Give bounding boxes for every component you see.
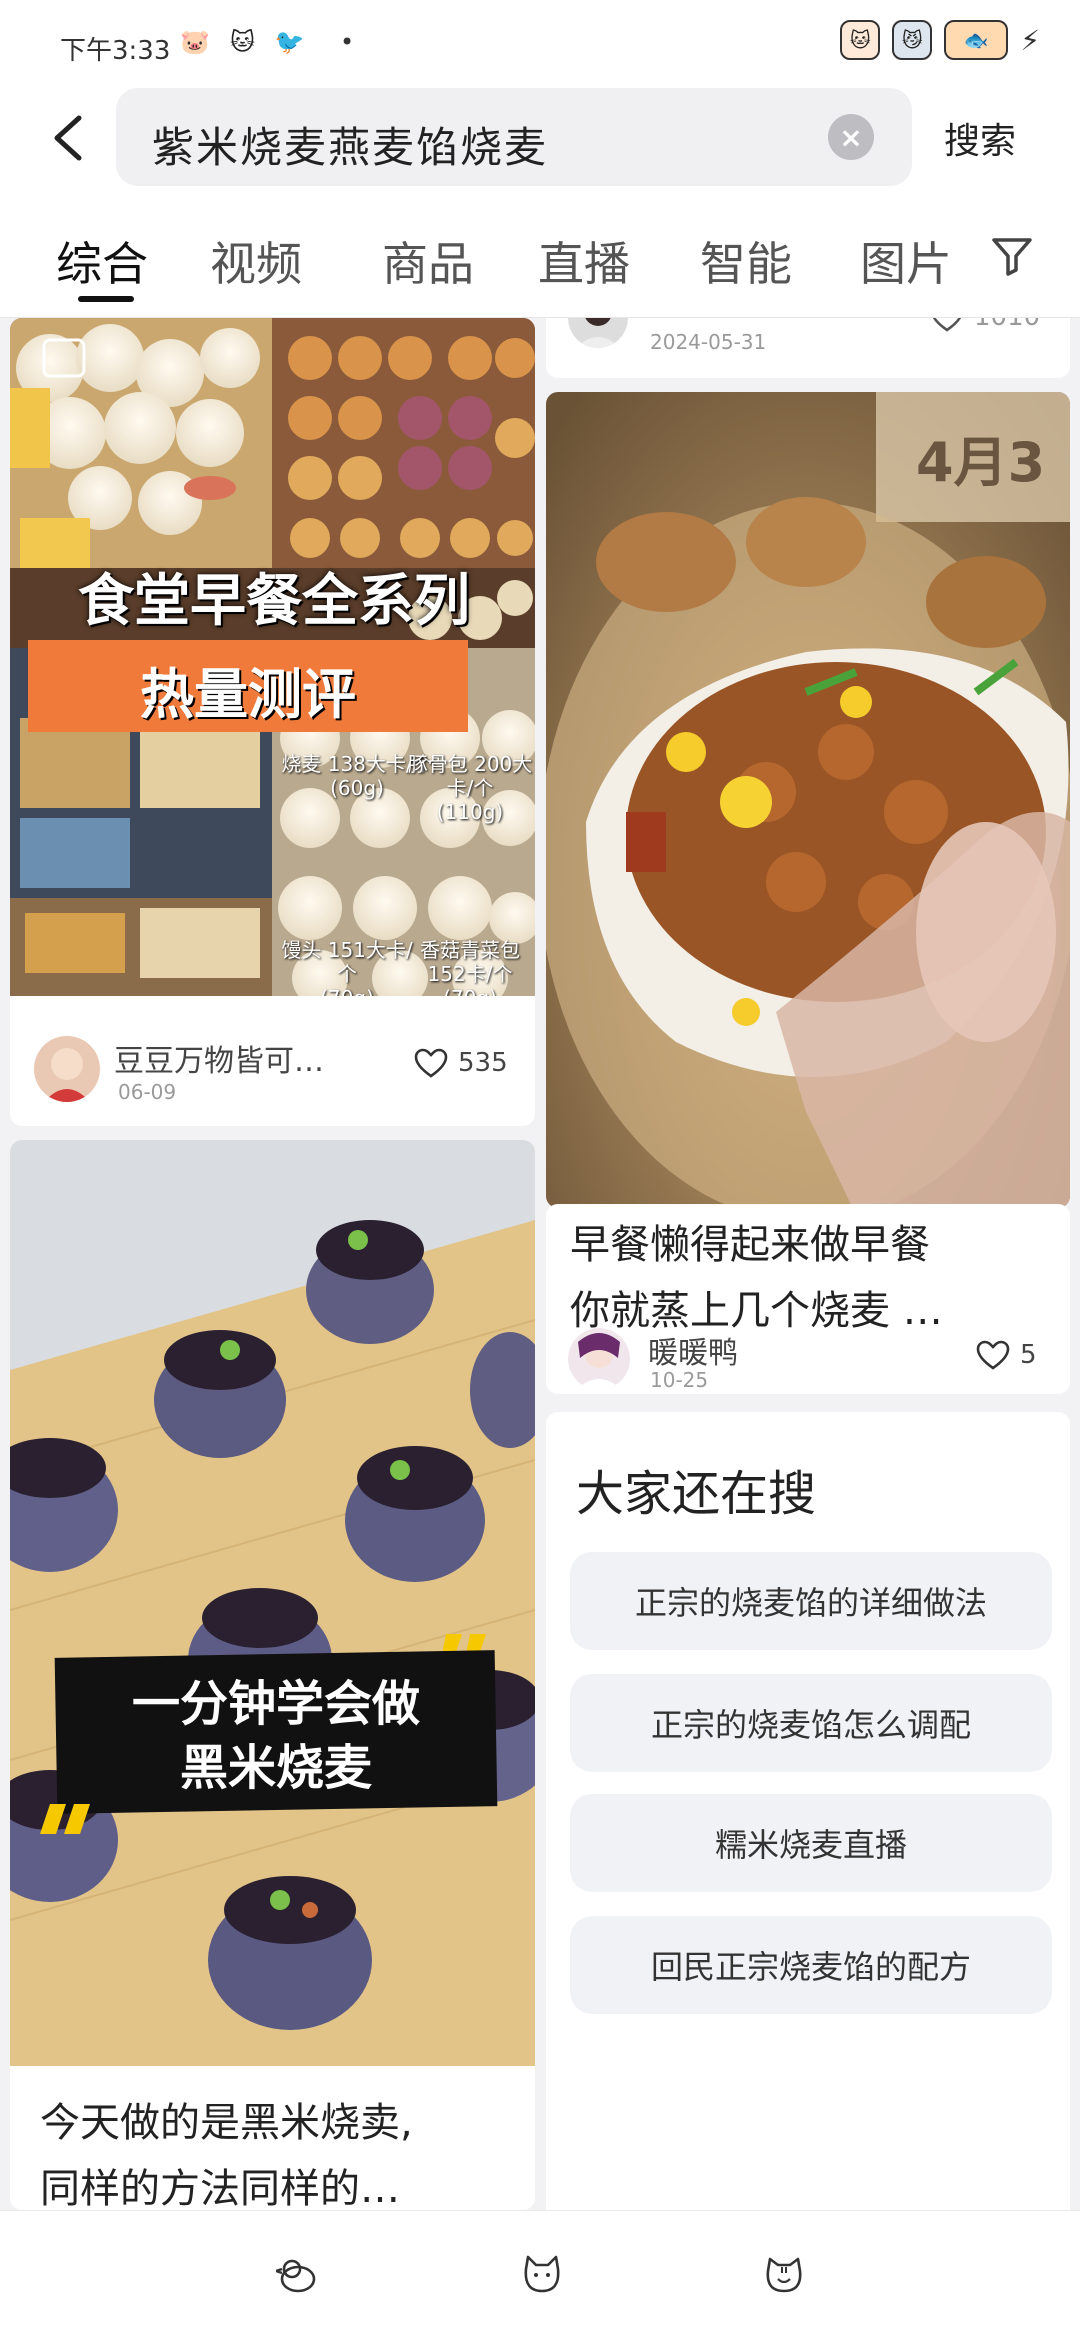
related-search-chip[interactable]: 糯米烧麦直播: [570, 1794, 1052, 1892]
search-header: 紫米烧麦燕麦馅烧麦 × 搜索: [0, 84, 1080, 196]
cover-subheadline: 热量测评: [140, 663, 356, 726]
result-card-canteen[interactable]: 食堂早餐全系列 热量测评 烧麦 138大卡/个 (60g) 豚骨包 200大卡/…: [10, 318, 535, 1126]
card-title-line: 早餐懒得起来做早餐: [570, 1222, 930, 1268]
status-time: 下午3:33: [60, 36, 171, 66]
heart-icon: [414, 1048, 448, 1078]
result-card-sticky-rice-footer[interactable]: 早餐懒得起来做早餐 你就蒸上几个烧麦 … 暖暖鸭 10-25 5: [546, 1204, 1070, 1394]
author-avatar[interactable]: [568, 1328, 630, 1390]
cover-image-canteen: 食堂早餐全系列 热量测评 烧麦 138大卡/个 (60g) 豚骨包 200大卡/…: [10, 318, 535, 996]
like-button[interactable]: 1010: [930, 318, 1040, 332]
card-title-line: 同样的方法同样的…: [40, 2166, 400, 2210]
cover-headline: 食堂早餐全系列: [78, 569, 470, 634]
cat-meme-icon: 😼: [892, 20, 933, 60]
tab-comprehensive[interactable]: 综合: [56, 228, 148, 294]
calendar-sign: 4月3: [916, 431, 1046, 494]
cover-overlay-line2: 黑米烧麦: [179, 1740, 372, 1796]
card-title-line: 你就蒸上几个烧麦 …: [570, 1288, 943, 1334]
related-search-chip[interactable]: 正宗的烧麦馅的详细做法: [570, 1552, 1052, 1650]
active-tab-indicator: [78, 296, 134, 302]
card-title: 今天做的是黑米烧卖, 同样的方法同样的…: [40, 2090, 520, 2210]
post-date: 2024-05-31: [650, 330, 767, 354]
like-button[interactable]: 535: [414, 1048, 508, 1078]
cat-badge-icon: 🐱: [840, 20, 881, 60]
cover-subheadline-bar: 热量测评: [28, 640, 468, 732]
author-avatar[interactable]: [34, 1036, 100, 1102]
cover-cell-label: (70g): [406, 986, 534, 996]
cover-cell-label: (70g): [272, 986, 422, 996]
post-date: 10-25: [650, 1368, 709, 1392]
bird-icon: 🐦: [274, 28, 305, 56]
status-dot: •: [340, 28, 355, 56]
search-query: 紫米烧麦燕麦馅烧麦: [152, 123, 549, 172]
quote-mark-icon: [40, 1804, 90, 1834]
author-name[interactable]: 暖暖鸭: [648, 1328, 738, 1372]
related-searches-card: 大家还在搜 正宗的烧麦馅的详细做法 正宗的烧麦馅怎么调配 糯米烧麦直播 回民正宗…: [546, 1412, 1070, 2210]
like-count: 1010: [974, 318, 1040, 332]
bottom-nav: [0, 2210, 1080, 2340]
chevron-left-icon: [54, 115, 82, 161]
search-button[interactable]: 搜索: [944, 112, 1016, 164]
result-card-sticky-rice[interactable]: 4月3 早餐懒得起来做早餐 你就蒸上几个烧麦 …: [546, 392, 1070, 1208]
result-card-top[interactable]: 2024-05-31 1010: [546, 318, 1070, 378]
related-search-chip[interactable]: 正宗的烧麦馅怎么调配: [570, 1674, 1052, 1772]
related-searches-title: 大家还在搜: [576, 1466, 817, 1522]
filter-icon[interactable]: [990, 234, 1034, 278]
author-avatar[interactable]: [568, 318, 628, 348]
author-name[interactable]: 豆豆万物皆可…: [114, 1036, 324, 1080]
tab-smart[interactable]: 智能: [700, 228, 792, 294]
tab-images[interactable]: 图片: [860, 228, 952, 294]
post-date: 06-09: [118, 1080, 177, 1104]
result-tabs: 综合 视频 商品 直播 智能 图片: [0, 196, 1080, 318]
status-bar: 下午3:33 🐷 🐱 🐦 • 🐱 😼 🐟 ⚡: [0, 0, 1080, 84]
card-title-line: 今天做的是黑米烧卖,: [40, 2100, 413, 2146]
pig-icon: 🐷: [180, 28, 210, 56]
like-count: 535: [458, 1048, 508, 1078]
fish-icon: 🐟: [944, 20, 1009, 60]
duck-icon[interactable]: [276, 2255, 320, 2295]
heart-icon: [932, 318, 962, 332]
cat-icon[interactable]: [520, 2255, 564, 2295]
search-input[interactable]: 紫米烧麦燕麦馅烧麦 ×: [116, 88, 912, 186]
cover-cell-label: (110g): [436, 800, 504, 824]
related-search-chip[interactable]: 回民正宗烧麦馅的配方: [570, 1916, 1052, 2014]
card-title: 早餐懒得起来做早餐 你就蒸上几个烧麦 …: [570, 1212, 1050, 1344]
back-button[interactable]: [38, 108, 98, 168]
results-feed: 食堂早餐全系列 热量测评 烧麦 138大卡/个 (60g) 豚骨包 200大卡/…: [0, 318, 1080, 2210]
like-count: 5: [1020, 1340, 1037, 1370]
tabby-icon[interactable]: [762, 2255, 806, 2295]
tab-video[interactable]: 视频: [210, 228, 302, 294]
cover-overlay-line1: 一分钟学会做: [131, 1676, 420, 1732]
heart-icon: [976, 1340, 1010, 1370]
bolt-icon: ⚡: [1020, 23, 1040, 57]
cover-cell-label: 馒头 151大卡/个: [281, 938, 413, 986]
clear-button[interactable]: ×: [828, 114, 874, 160]
close-icon: ×: [839, 120, 863, 154]
tab-live[interactable]: 直播: [538, 228, 630, 294]
tab-products[interactable]: 商品: [382, 228, 474, 294]
cover-image-black-rice: 一分钟学会做 黑米烧麦: [10, 1140, 535, 2066]
like-button[interactable]: 5: [976, 1340, 1037, 1370]
cover-cell-label: 豚骨包 200大卡/个: [407, 752, 533, 800]
cover-image-sticky-rice: 4月3: [546, 392, 1070, 1208]
result-card-black-rice[interactable]: 一分钟学会做 黑米烧麦 今天做的是黑米烧卖, 同样的方法同样的…: [10, 1140, 535, 2210]
cat-face-icon: 🐱: [229, 28, 255, 56]
cover-cell-label: 香菇青菜包 152卡/个: [420, 938, 520, 986]
